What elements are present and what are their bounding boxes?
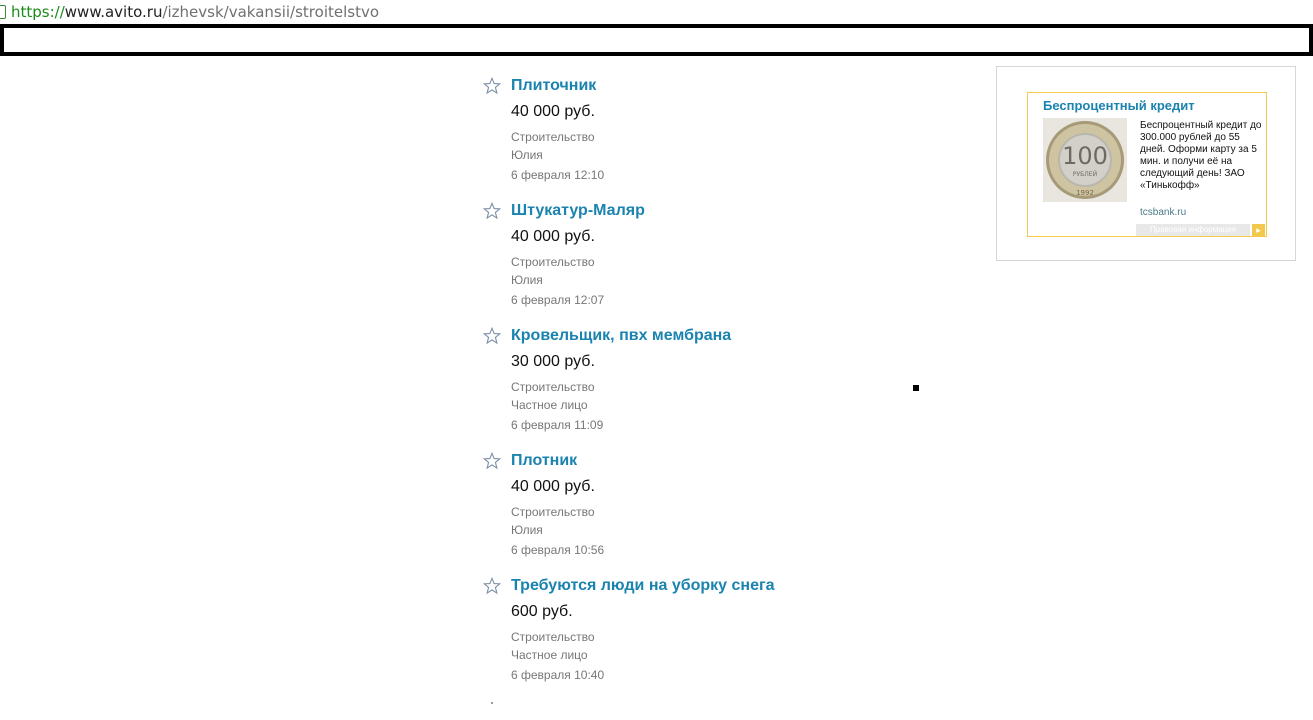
star-outline-icon[interactable] [483, 577, 501, 595]
listing-title[interactable]: Требуются люди на уборку снега [511, 577, 775, 595]
listing-title[interactable]: Штукатур-Маляр [511, 202, 645, 220]
listing-seller: Юлия [511, 523, 543, 537]
listing-seller: Частное лицо [511, 398, 588, 412]
redacted-bar [0, 24, 1313, 56]
listing-price: 30 000 руб. [511, 353, 595, 370]
ad-banner[interactable]: Беспроцентный кредит 100 РУБЛЕЙ 1992 Бес… [1027, 92, 1267, 237]
listing-title[interactable]: Плиточник [511, 77, 596, 95]
listing-price: 40 000 руб. [511, 103, 595, 120]
listing-price: 40 000 руб. [511, 228, 595, 245]
coin-value: 100 [1062, 142, 1108, 170]
listing-title[interactable]: Плотник [511, 452, 577, 470]
mouse-cursor [913, 385, 919, 391]
lock-icon [0, 5, 6, 19]
listing-date: 6 февраля 10:56 [511, 543, 605, 557]
listing-title[interactable]: Кровельщик, пвх мембрана [511, 327, 731, 345]
coin-word: РУБЛЕЙ [1073, 171, 1097, 178]
listing-price: 40 000 руб. [511, 478, 595, 495]
url-path: /izhevsk/vakansii/stroitelstvo [162, 3, 380, 21]
listing-category: Строительство [511, 380, 595, 394]
listing-date: 6 февраля 10:40 [511, 668, 605, 682]
url-host: www.avito.ru [64, 3, 163, 21]
ad-domain[interactable]: tcsbank.ru [1140, 207, 1186, 218]
listing-price: 600 руб. [511, 603, 573, 620]
listing-category: Строительство [511, 505, 595, 519]
star-outline-icon[interactable] [483, 327, 501, 345]
listing-seller: Юлия [511, 273, 543, 287]
listing-date: 6 февраля 11:09 [511, 418, 604, 432]
address-bar[interactable]: https:// www.avito.ru /izhevsk/vakansii/… [0, 0, 1313, 24]
ad-legal-info[interactable]: Правовая информация [1136, 224, 1250, 236]
ad-info-icon[interactable]: ▸ [1252, 224, 1265, 236]
listing-category: Строительство [511, 130, 595, 144]
ad-container: Беспроцентный кредит 100 РУБЛЕЙ 1992 Бес… [996, 66, 1296, 261]
listing-seller: Частное лицо [511, 648, 588, 662]
partial-next-item [491, 702, 493, 704]
coin-year: 1992 [1076, 189, 1094, 197]
list-item: Плиточник 40 000 руб. Строительство Юлия… [480, 70, 920, 190]
list-item: Штукатур-Маляр 40 000 руб. Строительство… [480, 195, 920, 315]
ad-title[interactable]: Беспроцентный кредит [1043, 98, 1195, 113]
listing-category: Строительство [511, 255, 595, 269]
ad-text: Беспроцентный кредит до 300.000 рублей д… [1140, 120, 1262, 191]
star-outline-icon[interactable] [483, 452, 501, 470]
listing-date: 6 февраля 12:07 [511, 293, 605, 307]
list-item: Требуются люди на уборку снега 600 руб. … [480, 570, 920, 690]
star-outline-icon[interactable] [483, 202, 501, 220]
star-outline-icon[interactable] [483, 77, 501, 95]
list-item: Плотник 40 000 руб. Строительство Юлия 6… [480, 445, 920, 565]
listing-seller: Юлия [511, 148, 543, 162]
url-scheme: https:// [11, 3, 65, 21]
listing-category: Строительство [511, 630, 595, 644]
list-item: Кровельщик, пвх мембрана 30 000 руб. Стр… [480, 320, 920, 440]
coin-image[interactable]: 100 РУБЛЕЙ 1992 [1043, 118, 1127, 202]
listing-date: 6 февраля 12:10 [511, 168, 605, 182]
